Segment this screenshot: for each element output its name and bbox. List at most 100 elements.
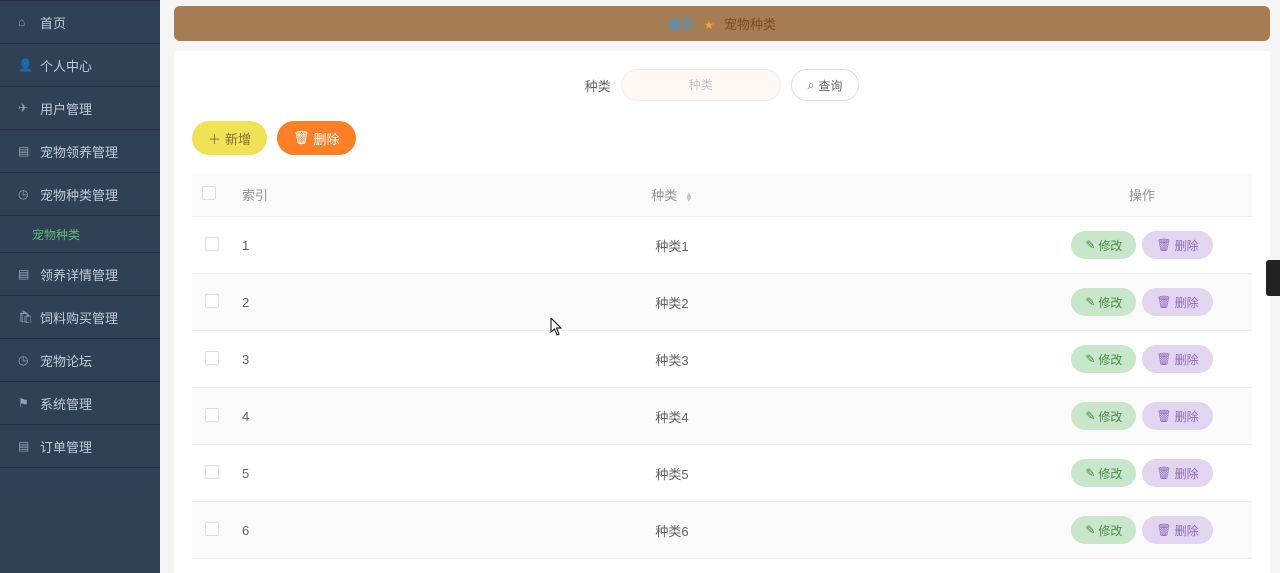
row-checkbox[interactable] (205, 351, 219, 365)
search-label: 种类 (585, 76, 611, 95)
table-row: 1种类1✎修改🗑删除 (192, 217, 1252, 274)
sidebar-subitem[interactable]: 宠物种类 (0, 216, 160, 252)
search-icon: ⌕ (808, 78, 815, 93)
actions-row: ＋ 新增 🗑 删除 (192, 121, 1252, 155)
col-type-header-label: 种类 (651, 188, 677, 203)
main-content: 首页 ★ 宠物种类 种类 ⌕ 查询 ＋ 新增 🗑 删除 (160, 0, 1280, 573)
table-row: 3种类3✎修改🗑删除 (192, 331, 1252, 388)
row-checkbox[interactable] (205, 522, 219, 536)
edit-icon: ✎ (1085, 466, 1095, 480)
table-row: 5种类5 ✎修改 🗑 删除 (192, 445, 1252, 502)
add-button[interactable]: ＋ 新增 (192, 121, 267, 155)
edit-icon: ✎ (1085, 523, 1095, 537)
sort-icon[interactable]: ▲▼ (685, 192, 693, 202)
cell-type: 种类3 (312, 331, 1032, 388)
trash-icon: 🗑 (1156, 295, 1171, 309)
row-delete-button-label: 删除 (1175, 237, 1199, 254)
edit-icon: ✎ (1085, 409, 1095, 423)
cell-type: 种类5 (312, 445, 1032, 502)
cell-ops: ✎修改🗑删除 (1032, 502, 1252, 559)
col-index-header: 索引 (232, 173, 312, 217)
sidebar-item-label: 宠物领养管理 (40, 142, 118, 161)
sidebar-item[interactable]: ▤ 宠物领养管理 (0, 130, 160, 172)
cell-index: 2 (232, 274, 312, 331)
clock-icon: ◷ (18, 353, 32, 367)
row-delete-button-label: 删除 (1175, 351, 1199, 368)
cart-icon: 🛍 (18, 310, 32, 324)
send-icon: ✈ (18, 101, 32, 115)
cell-type: 种类6 (312, 502, 1032, 559)
breadcrumb-home-link[interactable]: 首页 (668, 17, 694, 32)
breadcrumb: 首页 ★ 宠物种类 (174, 6, 1270, 41)
row-checkbox[interactable] (205, 237, 219, 251)
table-row: 4种类4✎修改🗑删除 (192, 388, 1252, 445)
row-delete-button[interactable]: 🗑删除 (1142, 231, 1212, 259)
edit-button-label: 修改 (1098, 351, 1122, 368)
sidebar-item[interactable]: ✈用户管理 (0, 87, 160, 129)
sidebar-item[interactable]: ⌂首页 (0, 1, 160, 43)
cell-ops: ✎修改 🗑 删除 (1032, 445, 1252, 502)
clock-icon: ◷ (18, 187, 32, 201)
row-checkbox[interactable] (205, 408, 219, 422)
list-icon: ▤ (18, 267, 32, 281)
row-delete-button[interactable]: 🗑 删除 (1142, 345, 1212, 373)
sidebar-item-label: 宠物论坛 (40, 351, 92, 370)
search-button[interactable]: ⌕ 查询 (791, 69, 860, 101)
row-delete-button[interactable]: 🗑删除 (1142, 516, 1212, 544)
cell-ops: ✎修改🗑删除 (1032, 217, 1252, 274)
edit-button[interactable]: ✎修改 (1071, 288, 1136, 316)
breadcrumb-current: 宠物种类 (724, 17, 776, 32)
sidebar-item[interactable]: ▤ 订单管理 (0, 425, 160, 467)
content-card: 种类 ⌕ 查询 ＋ 新增 🗑 删除 (174, 51, 1270, 573)
sidebar-item[interactable]: ▤领养详情管理 (0, 253, 160, 295)
cell-index: 6 (232, 502, 312, 559)
row-checkbox[interactable] (205, 294, 219, 308)
row-checkbox[interactable] (205, 465, 219, 479)
sidebar-item-label: 订单管理 (40, 437, 92, 456)
delete-button[interactable]: 🗑 删除 (277, 121, 356, 155)
row-delete-button[interactable]: 🗑 删除 (1142, 459, 1212, 487)
cell-type: 种类1 (312, 217, 1032, 274)
sidebar-item-label: 饲料购买管理 (40, 308, 118, 327)
add-button-label: 新增 (225, 129, 251, 148)
col-type-header[interactable]: 种类 ▲▼ (312, 173, 1032, 217)
data-table: 索引 种类 ▲▼ 操作 1种类1✎修改🗑删除2种类2✎修改🗑删除3种类3✎修改🗑… (192, 173, 1252, 559)
edit-icon: ✎ (1085, 295, 1095, 309)
edit-button-label: 修改 (1098, 465, 1122, 482)
list-icon: ▤ (18, 144, 32, 158)
col-ops-header: 操作 (1032, 173, 1252, 217)
sidebar-item[interactable]: ◷ 宠物论坛 (0, 339, 160, 381)
select-all-checkbox[interactable] (202, 186, 216, 200)
right-side-tab[interactable] (1266, 260, 1280, 296)
edit-button[interactable]: ✎修改 (1071, 345, 1136, 373)
row-delete-button[interactable]: 🗑删除 (1142, 288, 1212, 316)
cell-index: 5 (232, 445, 312, 502)
search-input[interactable] (621, 69, 781, 101)
user-icon: 👤 (18, 58, 32, 72)
sidebar-item[interactable]: 👤个人中心 (0, 44, 160, 86)
trash-icon: 🗑 (1156, 352, 1171, 366)
search-row: 种类 ⌕ 查询 (192, 69, 1252, 101)
sidebar-item[interactable]: ◷宠物种类管理 (0, 173, 160, 215)
sidebar: ⌂首页👤个人中心✈用户管理 ▤ 宠物领养管理 ◷宠物种类管理宠物种类▤领养详情管理 🛍 饲… (0, 0, 160, 573)
list-icon: ▤ (18, 439, 32, 453)
trash-icon: 🗑 (1156, 466, 1171, 480)
trash-icon: 🗑 (1156, 409, 1171, 423)
cell-type: 种类4 (312, 388, 1032, 445)
home-icon: ⌂ (18, 15, 32, 29)
sidebar-item[interactable]: ⚑系统管理 (0, 382, 160, 424)
edit-button[interactable]: ✎修改 (1071, 459, 1136, 487)
delete-button-label: 删除 (314, 129, 340, 148)
edit-button[interactable]: ✎修改 (1071, 231, 1136, 259)
edit-button[interactable]: ✎修改 (1071, 516, 1136, 544)
filter-icon: ⚑ (18, 396, 32, 410)
sidebar-item[interactable]: 🛍 饲料购买管理 (0, 296, 160, 338)
cell-index: 1 (232, 217, 312, 274)
edit-icon: ✎ (1085, 352, 1095, 366)
row-delete-button[interactable]: 🗑删除 (1142, 402, 1212, 430)
edit-button-label: 修改 (1098, 294, 1122, 311)
edit-button[interactable]: ✎修改 (1071, 402, 1136, 430)
table-row: 6种类6✎修改🗑删除 (192, 502, 1252, 559)
edit-button-label: 修改 (1098, 408, 1122, 425)
row-delete-button-label: 删除 (1175, 465, 1199, 482)
